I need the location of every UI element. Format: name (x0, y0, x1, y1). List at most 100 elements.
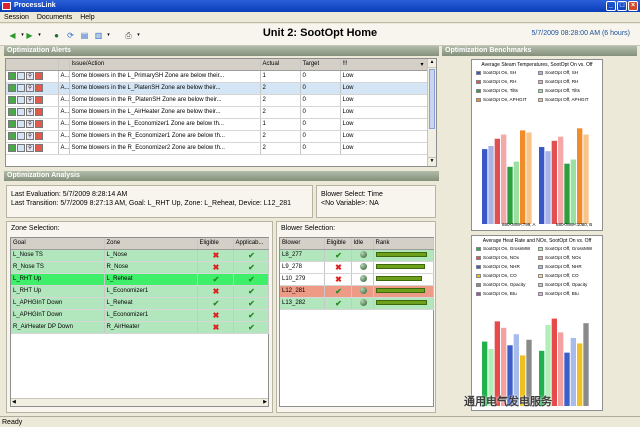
blower-row[interactable]: L8_277 ✔ (280, 249, 434, 262)
magnifier-icon[interactable]: ⚲ (26, 108, 34, 116)
blower-eligible-header[interactable]: Eligible (324, 238, 352, 250)
alert-icons: ⚲ (6, 142, 59, 155)
alerts-scrollbar[interactable]: ▲ ▼ (427, 59, 436, 166)
alert-row[interactable]: ⚲ A... Some blowers in the R_Economizer1 Z… (6, 130, 429, 143)
legend-label: SootOpt On, Opacity (483, 282, 526, 287)
chart-bar (513, 161, 519, 224)
zone-row[interactable]: R_Nose TS R_Nose ✖ ✔ (11, 261, 269, 274)
zone-row[interactable]: L_RHT Up L_Reheat ✔ ✔ (11, 273, 269, 286)
zone-eligible-header[interactable]: Eligible (197, 238, 234, 250)
zone-goal-header[interactable]: Goal (11, 238, 105, 250)
legend-entry: SootOpt On, Opacity (476, 282, 525, 287)
alerts-target-header[interactable]: Target (300, 59, 341, 71)
menu-session[interactable]: Session (4, 14, 29, 21)
magnifier-icon[interactable]: ⚲ (26, 84, 34, 92)
alert-row[interactable]: ⚲ A... Some blowers in the R_PlatenSH Zone… (6, 94, 429, 107)
menu-help[interactable]: Help (80, 14, 94, 21)
zone-row[interactable]: L_RHT Up L_Economizer1 ✖ ✔ (11, 285, 269, 298)
zone-row[interactable]: R_AirHeater DP Down R_AirHeater ✖ ✔ (11, 321, 269, 334)
magnifier-icon[interactable]: ⚲ (26, 132, 34, 140)
zone-row[interactable]: L_Nose TS L_Nose ✖ ✔ (11, 249, 269, 262)
scroll-left-icon[interactable]: ◀ (12, 399, 16, 405)
alert-row[interactable]: ⚲ A... Some blowers in the R_Economizer2 Z… (6, 142, 429, 155)
alerts-table: Issue/Action Actual Target !!! ▾ ⚲ A... So… (5, 58, 437, 167)
legend-entry: SootOpt Off, NOx (538, 255, 581, 260)
blower-row[interactable]: L13_282 ✔ (280, 297, 434, 310)
note-icon[interactable] (17, 108, 25, 116)
x-mark-icon: ✖ (212, 250, 220, 260)
alerts-issue-header[interactable]: Issue/Action (69, 59, 261, 71)
legend-label: SootOpt On, Tilts (483, 88, 518, 93)
people-icon[interactable] (8, 108, 16, 116)
zone-zone-cell: L_Economizer1 (104, 285, 198, 298)
people-icon[interactable] (8, 120, 16, 128)
zone-applicable-header[interactable]: Applicab... (233, 238, 269, 250)
blower-row[interactable]: L9_278 ✖ (280, 261, 434, 274)
legend-label: SootOpt Off, NOx (545, 255, 581, 260)
note-icon[interactable] (17, 96, 25, 104)
alert-icon[interactable] (35, 132, 43, 140)
alert-a-cell: A... (58, 118, 70, 131)
close-button[interactable]: × (628, 1, 638, 11)
alert-issue-cell: Some blowers in the L_PrimarySH Zone are… (69, 70, 261, 83)
alert-row[interactable]: ⚲ A... Some blowers in the L_PrimarySH Zon… (6, 70, 429, 83)
note-icon[interactable] (17, 84, 25, 92)
magnifier-icon[interactable]: ⚲ (26, 120, 34, 128)
zone-hscrollbar[interactable]: ◀ ▶ (11, 398, 268, 406)
scroll-up-icon[interactable]: ▲ (428, 59, 436, 68)
alert-row[interactable]: ⚲ A... Some blowers in the L_AirHeater Zon… (6, 106, 429, 119)
note-icon[interactable] (17, 72, 25, 80)
legend-entry: SootOpt On, Btu (476, 291, 517, 296)
alert-icon[interactable] (35, 84, 43, 92)
blower-name-cell: L10_279 (280, 273, 325, 286)
maximize-button[interactable]: □ (617, 1, 627, 11)
alerts-priority-header[interactable]: !!! ▾ (340, 59, 429, 71)
scroll-down-icon[interactable]: ▼ (428, 157, 436, 166)
people-icon[interactable] (8, 84, 16, 92)
blower-rank-header[interactable]: Rank (373, 238, 434, 250)
zone-zone-cell: L_Reheat (104, 273, 198, 286)
chart1-title: Average Steam Temperatures, SootOpt On v… (481, 62, 593, 68)
people-icon[interactable] (8, 132, 16, 140)
alert-icon[interactable] (35, 144, 43, 152)
people-icon[interactable] (8, 96, 16, 104)
alert-row[interactable]: ⚲ A... Some blowers in the L_PlatenSH Zone… (6, 82, 429, 95)
scroll-right-icon[interactable]: ▶ (263, 399, 267, 405)
zone-row[interactable]: L_APHGInT Down L_Economizer1 ✖ ✔ (11, 309, 269, 322)
blower-row[interactable]: L12_281 ✔ (280, 285, 434, 298)
alert-icon[interactable] (35, 108, 43, 116)
magnifier-icon[interactable]: ⚲ (26, 72, 34, 80)
blower-name-header[interactable]: Blower (280, 238, 325, 250)
legend-swatch (476, 70, 481, 75)
chart-bar (539, 147, 545, 224)
magnifier-icon[interactable]: ⚲ (26, 144, 34, 152)
blower-select-box: Blower Select: Time <No Variable>: NA (316, 185, 436, 218)
alert-icon[interactable] (35, 96, 43, 104)
people-icon[interactable] (8, 144, 16, 152)
people-icon[interactable] (8, 72, 16, 80)
zone-goal-cell: R_AirHeater DP Down (11, 321, 105, 334)
rank-bar (375, 251, 427, 257)
legend-label: SootOpt Off, Opacity (545, 282, 588, 287)
blower-idle-header[interactable]: Idle (351, 238, 374, 250)
alert-icon[interactable] (35, 72, 43, 80)
legend-swatch (538, 88, 543, 93)
note-icon[interactable] (17, 132, 25, 140)
legend-label: SootOpt On, NOx (483, 255, 519, 260)
zone-zone-header[interactable]: Zone (104, 238, 198, 250)
zone-row[interactable]: L_APHGInT Down L_Reheat ✔ ✔ (11, 297, 269, 310)
alert-icon[interactable] (35, 120, 43, 128)
minimize-button[interactable]: _ (606, 1, 616, 11)
alert-a-cell: A... (58, 70, 70, 83)
alert-row[interactable]: ⚲ A... Some blowers in the L_Economizer1 Z… (6, 118, 429, 131)
note-icon[interactable] (17, 144, 25, 152)
blower-idle-cell (351, 273, 374, 286)
blower-row[interactable]: L10_279 ✖ (280, 273, 434, 286)
note-icon[interactable] (17, 120, 25, 128)
menu-documents[interactable]: Documents (37, 14, 72, 21)
no-variable: <No Variable>: NA (321, 200, 379, 207)
alerts-scroll-thumb[interactable] (429, 69, 435, 129)
magnifier-icon[interactable]: ⚲ (26, 96, 34, 104)
alerts-actual-header[interactable]: Actual (260, 59, 301, 71)
idle-status-icon (359, 251, 367, 259)
